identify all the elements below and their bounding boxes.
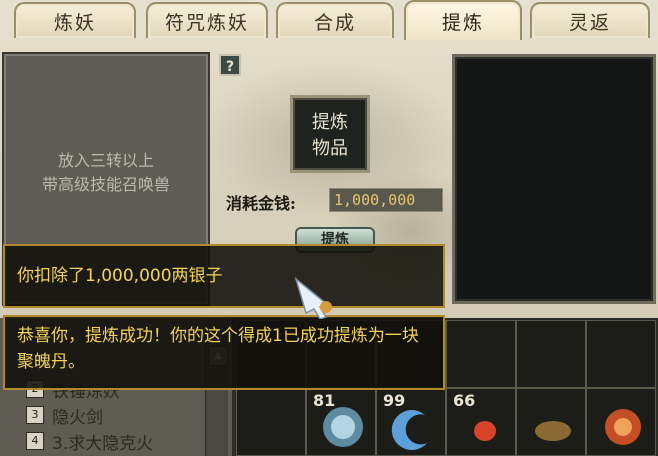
refine-item-slot[interactable]: 提炼 物品 — [290, 95, 370, 173]
list-item-number: 4 — [26, 432, 44, 450]
herb-icon — [535, 421, 571, 441]
list-item[interactable]: 4 3.求大隐克火 — [26, 430, 154, 454]
inventory-slot[interactable]: 81 — [306, 388, 376, 456]
tab-bar: 炼妖 符咒炼妖 合成 提炼 灵返 — [0, 0, 658, 40]
tab-lingfan[interactable]: 灵返 — [530, 2, 650, 38]
fire-orb-icon — [605, 409, 641, 445]
system-message: 你扣除了1,000,000两银子 — [3, 244, 445, 308]
list-item-label: 3.求大隐克火 — [52, 433, 154, 454]
system-message: 恭喜你，提炼成功！你的这个得成1已成功提炼为一块聚魄丹。 — [3, 315, 445, 390]
tab-fuzhou-lianyao[interactable]: 符咒炼妖 — [146, 2, 268, 38]
inventory-slot[interactable] — [236, 388, 306, 456]
help-button[interactable]: ? — [219, 54, 241, 76]
pet-drop-hint: 放入三转以上 带高级技能召唤兽 — [41, 151, 170, 194]
cost-label: 消耗金钱: — [226, 194, 296, 213]
list-item-label: 隐火剑 — [52, 407, 103, 428]
tab-hecheng[interactable]: 合成 — [276, 2, 394, 38]
inventory-slot[interactable] — [516, 388, 586, 456]
pet-preview-panel — [452, 54, 656, 304]
inventory-slot[interactable]: 99 — [376, 388, 446, 456]
inventory-slot[interactable] — [446, 320, 516, 388]
inventory-slot[interactable]: 66 — [446, 388, 516, 456]
spirit-orb-icon — [323, 407, 363, 447]
cursor-icon — [294, 276, 332, 319]
inventory-slot[interactable] — [586, 388, 656, 456]
list-item[interactable]: 3 隐火剑 — [26, 404, 103, 428]
red-gem-icon — [474, 421, 496, 441]
cost-value-field: 1,000,000 — [329, 188, 443, 212]
tab-lianyao[interactable]: 炼妖 — [14, 2, 136, 38]
list-item-number: 3 — [26, 406, 44, 424]
moon-icon — [391, 410, 427, 451]
inventory-slot[interactable] — [586, 320, 656, 388]
tab-tilian[interactable]: 提炼 — [404, 0, 522, 40]
inventory-slot[interactable] — [516, 320, 586, 388]
